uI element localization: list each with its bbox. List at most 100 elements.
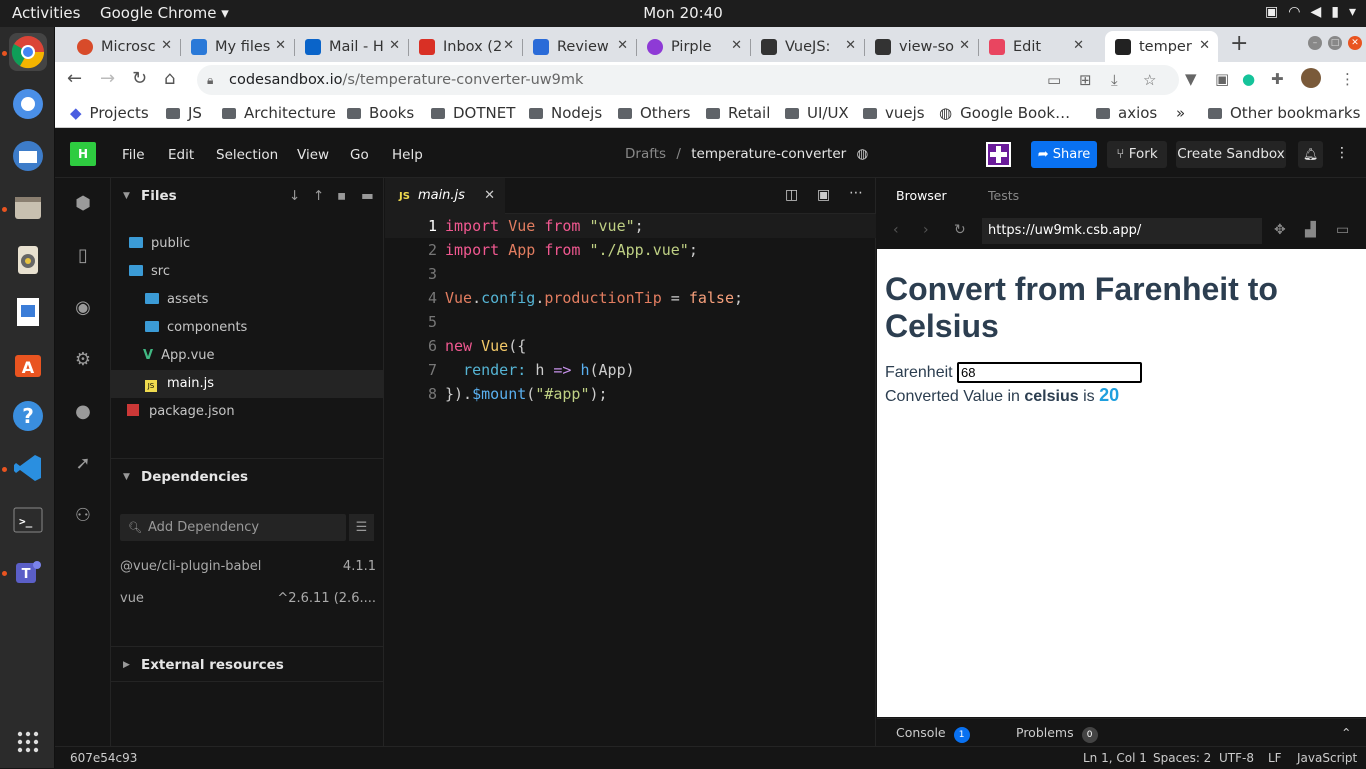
bookmark-architecture[interactable]: Architecture (222, 104, 336, 122)
code-line[interactable]: 4 Vue.config.productionTip = false; (385, 286, 876, 310)
vue-devtools-icon[interactable]: ▼ (1185, 70, 1197, 88)
sandbox-name[interactable]: temperature-converter (691, 146, 846, 162)
new-tab-button[interactable]: + (1230, 31, 1248, 56)
bookmark-vuejs[interactable]: vuejs (863, 104, 925, 122)
close-icon[interactable]: ✕ (503, 38, 514, 53)
system-tray[interactable]: ▣ ◠ ◀ ▮ ▾ (1265, 4, 1356, 20)
terminal-icon[interactable]: >_ (9, 501, 47, 539)
chevron-up-icon[interactable]: ⌃ (1341, 719, 1351, 747)
dependency-item[interactable]: @vue/cli-plugin-babel 4.1.1 (120, 559, 376, 574)
line-ending[interactable]: LF (1268, 747, 1282, 769)
copy-icon[interactable]: ▟ (1305, 222, 1316, 238)
chromium-icon[interactable] (9, 85, 47, 123)
close-icon[interactable]: ✕ (484, 178, 495, 214)
tab-inbox[interactable]: Inbox (2 ✕ (409, 31, 522, 62)
close-icon[interactable]: ✕ (845, 38, 856, 53)
app-menu[interactable]: Google Chrome ▾ (100, 4, 229, 22)
sort-up-icon[interactable]: ↑ (313, 178, 324, 214)
bookmark-other-bookmarks[interactable]: Other bookmarks (1208, 104, 1360, 122)
code-line[interactable]: 3 (385, 262, 876, 286)
tab-tests[interactable]: Tests (988, 178, 1019, 214)
file-tree-item[interactable]: package.json (111, 398, 384, 426)
bookmark-google-books[interactable]: ◍ Google Book… (939, 104, 1070, 122)
code-line[interactable]: 2 import App from "./App.vue"; (385, 238, 876, 262)
language-mode[interactable]: JavaScript (1297, 747, 1357, 769)
code-line[interactable]: 1 import Vue from "vue"; (385, 214, 876, 238)
bookmark-others[interactable]: Others (618, 104, 690, 122)
dependency-item[interactable]: vue ^2.6.11 (2.6.... (120, 591, 376, 606)
thunderbird-icon[interactable] (9, 137, 47, 175)
external-resources-header[interactable]: ▶ External resources (111, 646, 384, 682)
tab-review[interactable]: Review ✕ (523, 31, 636, 62)
search-icon[interactable]: ◉ (72, 297, 94, 319)
volume-icon[interactable]: ◀ (1310, 4, 1321, 20)
grammarly-icon[interactable]: ● (1242, 70, 1255, 88)
bookmark-retail[interactable]: Retail (706, 104, 770, 122)
file-icon[interactable]: ▯ (72, 245, 94, 267)
cursor-position[interactable]: Ln 1, Col 1 (1083, 747, 1147, 769)
tab-mail[interactable]: Mail - H ✕ (295, 31, 408, 62)
minimize-icon[interactable]: – (1308, 36, 1322, 50)
file-tree-item[interactable]: assets (111, 286, 384, 314)
grid-icon[interactable]: ⊞ (1079, 65, 1092, 95)
chrome-icon[interactable] (9, 33, 47, 71)
code-line[interactable]: 6 new Vue({ (385, 334, 876, 358)
puzzle-icon[interactable]: ✚ (1271, 70, 1284, 88)
cube-icon[interactable]: ⬢ (72, 193, 94, 215)
menu-go[interactable]: Go (350, 147, 369, 163)
add-dependency-input[interactable]: 🔍︎ Add Dependency (120, 514, 346, 541)
more-icon[interactable]: ⋯ (849, 185, 863, 201)
create-sandbox-button[interactable]: Create Sandbox (1176, 141, 1286, 168)
dependencies-header[interactable]: ▼ Dependencies (111, 458, 384, 494)
file-tree-item[interactable]: V App.vue (111, 342, 384, 370)
gear-icon[interactable]: ⚙ (72, 349, 94, 371)
close-icon[interactable]: ✕ (1199, 38, 1210, 53)
share-button[interactable]: ➦ Share (1031, 141, 1097, 168)
battery-icon[interactable]: ▮ (1331, 4, 1339, 20)
bookmark-projects[interactable]: ◆ Projects (70, 104, 149, 122)
teams-tray-icon[interactable]: ▣ (1265, 4, 1278, 20)
teams-icon[interactable]: T (9, 553, 47, 591)
editor-tab-main-js[interactable]: JS main.js ✕ (385, 178, 505, 214)
preview-url-input[interactable]: https://uw9mk.csb.app/ (982, 218, 1262, 244)
files-icon[interactable] (9, 189, 47, 227)
bookmark-star-icon[interactable]: ☆ (1143, 65, 1156, 95)
cast-icon[interactable]: ▭ (1047, 65, 1061, 95)
kebab-icon[interactable]: ⋮ (1340, 70, 1355, 88)
menu-file[interactable]: File (122, 147, 145, 163)
writer-icon[interactable] (9, 293, 47, 331)
bookmark-uiux[interactable]: UI/UX (785, 104, 849, 122)
files-header[interactable]: ▼ Files ↓ ↑ ▪ ▬ (111, 178, 384, 214)
maximize-icon[interactable]: □ (1328, 36, 1342, 50)
code-line[interactable]: 5 (385, 310, 876, 334)
close-icon[interactable]: ✕ (959, 38, 970, 53)
reload-icon[interactable]: ↻ (132, 68, 147, 89)
tab-browser[interactable]: Browser (896, 178, 947, 214)
menu-help[interactable]: Help (392, 147, 423, 163)
tab-my-files[interactable]: My files ✕ (181, 31, 294, 62)
tab-edit[interactable]: Edit ✕ (979, 31, 1092, 62)
close-icon[interactable]: ✕ (617, 38, 628, 53)
code-line[interactable]: 8}).$mount("#app"); (385, 382, 876, 406)
codesandbox-logo-icon[interactable]: H (70, 142, 96, 166)
globe-icon[interactable]: ◍ (856, 146, 868, 162)
file-tree-item[interactable]: JS main.js (111, 370, 384, 398)
new-folder-icon[interactable]: ▬ (361, 178, 374, 214)
close-icon[interactable]: ✕ (1073, 38, 1084, 53)
breadcrumb-drafts[interactable]: Drafts (625, 146, 666, 162)
bookmark-dotnet[interactable]: DOTNET (431, 104, 515, 122)
app-grid-icon[interactable] (9, 723, 47, 761)
farenheit-input[interactable] (957, 362, 1143, 384)
bookmark-js[interactable]: JS (166, 104, 202, 122)
forward-icon[interactable]: → (100, 68, 115, 89)
dependency-menu-icon[interactable]: ☰ (349, 514, 374, 541)
tab-vuejs[interactable]: VueJS: ✕ (751, 31, 864, 62)
preview-back-icon[interactable]: ‹ (893, 222, 899, 238)
close-icon[interactable]: ✕ (731, 38, 742, 53)
github-icon[interactable]: ● (72, 401, 94, 423)
chevron-down-icon[interactable]: ▾ (1349, 4, 1356, 20)
preview-refresh-icon[interactable]: ↻ (954, 222, 966, 238)
menu-edit[interactable]: Edit (168, 147, 194, 163)
bell-icon[interactable]: 🔔︎ (1298, 141, 1323, 168)
extension-icon[interactable]: ▣ (1215, 70, 1229, 88)
